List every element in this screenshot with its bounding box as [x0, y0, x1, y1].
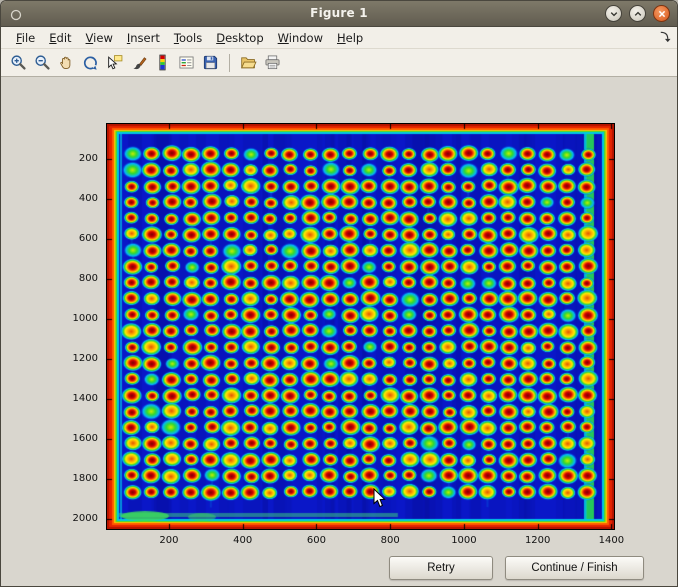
- menu-desktop[interactable]: Desktop: [209, 28, 270, 48]
- axes-box: [106, 123, 615, 530]
- dock-figure-button[interactable]: [656, 30, 672, 46]
- plot-image[interactable]: [107, 124, 614, 529]
- figure-window: Figure 1 FileEditViewInsertToolsDesktopW…: [0, 0, 678, 587]
- menu-file[interactable]: File: [9, 28, 42, 48]
- x-tick-label: 200: [149, 535, 189, 547]
- zoom-in-button[interactable]: [7, 51, 30, 74]
- open-button[interactable]: [237, 51, 260, 74]
- y-tick-label: 1600: [64, 433, 98, 445]
- continue-finish-button[interactable]: Continue / Finish: [505, 556, 644, 580]
- titlebar[interactable]: Figure 1: [1, 1, 677, 27]
- y-tick-label: 2000: [64, 513, 98, 525]
- y-tick-label: 800: [64, 273, 98, 285]
- menu-window[interactable]: Window: [271, 28, 330, 48]
- pan-button[interactable]: [55, 51, 78, 74]
- data-cursor-button[interactable]: [103, 51, 126, 74]
- brush-button[interactable]: [127, 51, 150, 74]
- save-button[interactable]: [199, 51, 222, 74]
- menu-help[interactable]: Help: [330, 28, 370, 48]
- x-tick-label: 1200: [518, 535, 558, 547]
- menu-view[interactable]: View: [79, 28, 120, 48]
- y-tick-label: 600: [64, 233, 98, 245]
- y-tick-label: 1400: [64, 393, 98, 405]
- x-tick-label: 1000: [444, 535, 484, 547]
- y-tick-label: 200: [64, 153, 98, 165]
- x-tick-label: 800: [370, 535, 410, 547]
- x-tick-label: 600: [296, 535, 336, 547]
- y-tick-label: 1800: [64, 473, 98, 485]
- menubar: FileEditViewInsertToolsDesktopWindowHelp: [1, 27, 677, 49]
- retry-button[interactable]: Retry: [389, 556, 493, 580]
- close-button[interactable]: [653, 5, 670, 22]
- legend-button[interactable]: [175, 51, 198, 74]
- y-tick-label: 1000: [64, 313, 98, 325]
- colorbar-button[interactable]: [151, 51, 174, 74]
- x-tick-label: 1400: [591, 535, 631, 547]
- figure-canvas-area: Retry Continue / Finish 200 400 600 800 1000…: [1, 77, 677, 586]
- zoom-out-button[interactable]: [31, 51, 54, 74]
- y-tick-label: 1200: [64, 353, 98, 365]
- window-title: Figure 1: [1, 6, 677, 20]
- toolbar-separator: [229, 54, 230, 72]
- rotate-3d-button[interactable]: [79, 51, 102, 74]
- shade-button[interactable]: [605, 5, 622, 22]
- toolbar: [1, 49, 677, 77]
- x-tick-label: 400: [223, 535, 263, 547]
- y-tick-label: 400: [64, 193, 98, 205]
- menu-edit[interactable]: Edit: [42, 28, 78, 48]
- window-controls: [605, 5, 670, 22]
- menu-insert[interactable]: Insert: [120, 28, 167, 48]
- print-button[interactable]: [261, 51, 284, 74]
- menu-tools[interactable]: Tools: [167, 28, 209, 48]
- maximize-button[interactable]: [629, 5, 646, 22]
